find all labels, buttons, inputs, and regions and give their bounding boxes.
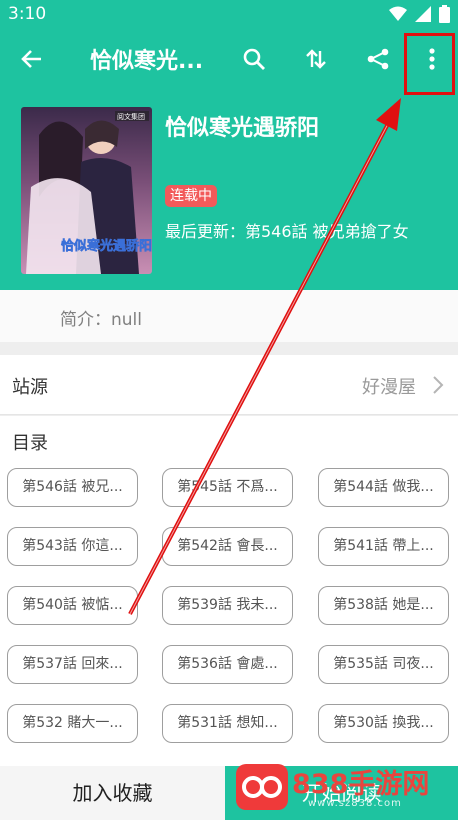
back-arrow-icon — [21, 50, 41, 68]
chapter-button[interactable]: 第546話 被兄... — [7, 468, 138, 507]
chapter-button[interactable]: 第545話 不爲... — [162, 468, 293, 507]
chevron-right-icon — [433, 376, 444, 394]
chapter-button[interactable]: 第535話 司夜... — [318, 645, 449, 684]
chapter-button[interactable]: 第540話 被惦... — [7, 586, 138, 625]
book-header: 阅文集团 恰似寒光遇骄阳 恰似寒光遇骄阳 连载中 最后更新：第546話 被兄弟搶… — [0, 90, 458, 290]
cover-illustration: 阅文集团 恰似寒光遇骄阳 — [21, 107, 152, 274]
chapter-button[interactable]: 第531話 想知... — [162, 704, 293, 743]
last-update: 最后更新：第546話 被兄弟搶了女 — [165, 222, 409, 241]
chapter-button[interactable]: 第536話 會處... — [162, 645, 293, 684]
source-row[interactable]: 站源 好漫屋 — [0, 355, 458, 415]
chapter-button[interactable]: 第538話 她是... — [318, 586, 449, 625]
status-time: 3:10 — [8, 4, 47, 24]
app-bar: 恰似寒光... — [0, 28, 458, 90]
chapter-button[interactable]: 第532 賭大一... — [7, 704, 138, 743]
status-badge: 连载中 — [165, 185, 217, 207]
site-watermark: 838手游网 www.sz838.com — [232, 758, 454, 820]
catalog-label: 目录 — [12, 433, 48, 454]
page-title: 恰似寒光... — [90, 49, 204, 74]
book-title: 恰似寒光遇骄阳 — [165, 116, 320, 141]
cover-title: 恰似寒光遇骄阳 — [61, 238, 152, 254]
wifi-icon — [389, 6, 407, 21]
chapter-button[interactable]: 第530話 換我... — [318, 704, 449, 743]
share-button[interactable] — [356, 37, 400, 81]
source-label: 站源 — [12, 377, 48, 398]
chapter-button[interactable]: 第541話 帶上... — [318, 527, 449, 566]
share-icon — [367, 48, 389, 70]
catalog-section: 目录 第546話 被兄... 第545話 不爲... 第544話 做我... 第… — [0, 416, 458, 766]
back-button[interactable] — [10, 37, 54, 81]
status-bar: 3:10 — [0, 0, 458, 28]
cover-publisher: 阅文集团 — [117, 112, 145, 121]
battery-icon — [439, 5, 450, 23]
chapter-button[interactable]: 第537話 回來... — [7, 645, 138, 684]
chapter-button[interactable]: 第542話 會長... — [162, 527, 293, 566]
intro-text: 简介：null — [60, 310, 142, 330]
sort-button[interactable] — [294, 37, 338, 81]
add-favorite-button[interactable]: 加入收藏 — [0, 766, 225, 820]
status-icons — [389, 5, 450, 23]
sort-icon — [306, 49, 326, 69]
chapter-button[interactable]: 第539話 我未... — [162, 586, 293, 625]
source-value: 好漫屋 — [362, 377, 416, 398]
watermark-text: 838手游网 — [292, 769, 430, 800]
chapter-button[interactable]: 第544話 做我... — [318, 468, 449, 507]
annotation-highlight-box — [404, 33, 455, 95]
book-cover[interactable]: 阅文集团 恰似寒光遇骄阳 — [21, 107, 152, 274]
search-button[interactable] — [232, 37, 276, 81]
chapter-button[interactable]: 第543話 你這... — [7, 527, 138, 566]
signal-icon — [415, 6, 431, 22]
watermark-url: www.sz838.com — [308, 798, 402, 809]
intro-section: 简介：null — [0, 290, 458, 342]
watermark-logo — [236, 764, 288, 810]
search-icon — [243, 48, 265, 70]
